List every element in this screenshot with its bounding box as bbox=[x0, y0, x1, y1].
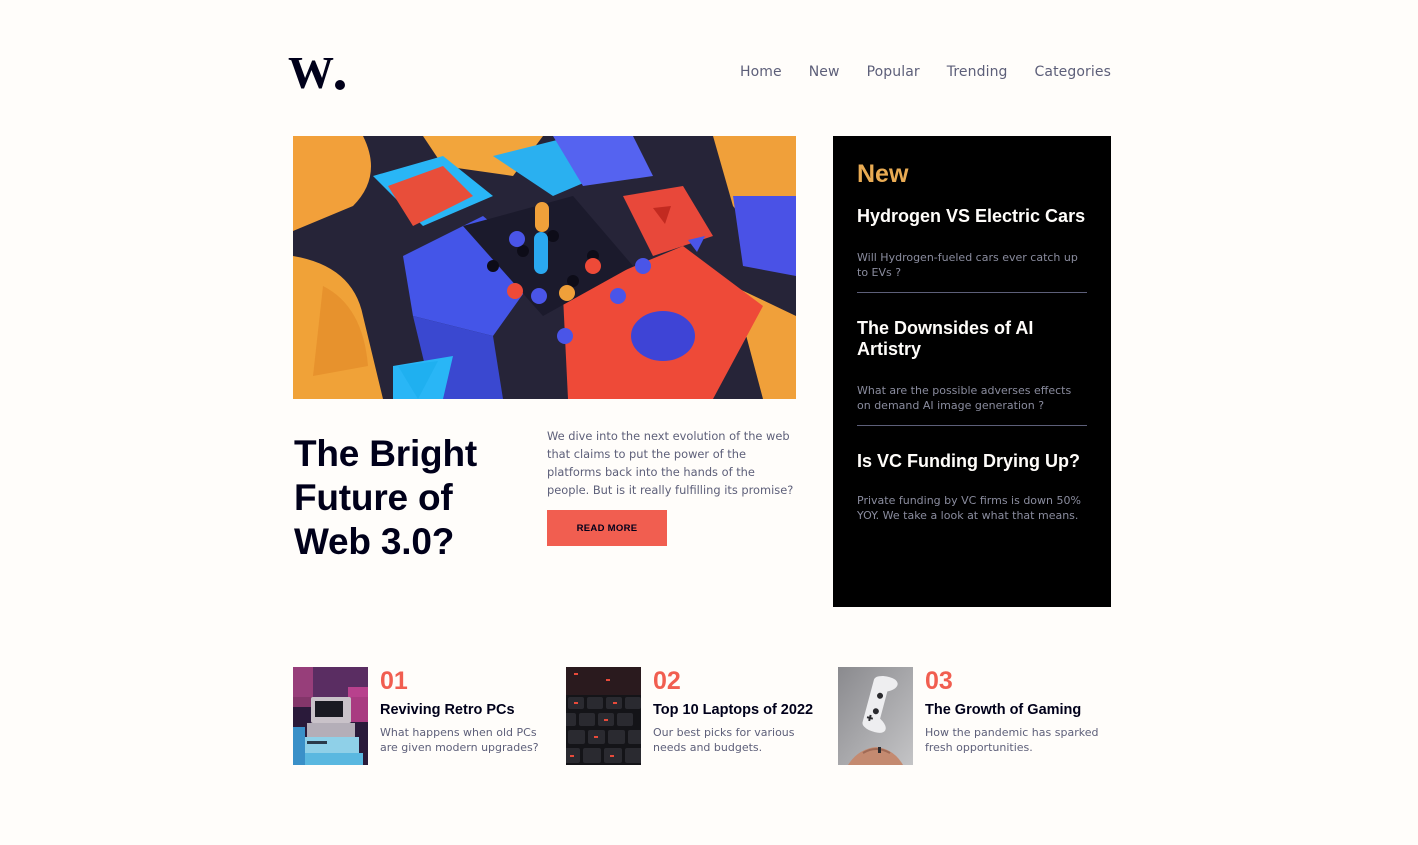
page-container: W Home New Popular Trending Categories T… bbox=[288, 0, 1111, 845]
article-card[interactable]: 02 Top 10 Laptops of 2022 Our best picks… bbox=[566, 667, 826, 765]
nav-popular[interactable]: Popular bbox=[867, 64, 920, 80]
new-item[interactable]: Hydrogen VS Electric Cars Will Hydrogen-… bbox=[857, 206, 1087, 293]
brand-logo[interactable]: W bbox=[288, 52, 348, 92]
nav-home[interactable]: Home bbox=[740, 64, 782, 80]
card-number: 03 bbox=[925, 667, 953, 695]
main-nav: Home New Popular Trending Categories bbox=[740, 64, 1111, 80]
nav-categories[interactable]: Categories bbox=[1035, 64, 1111, 80]
new-item-title[interactable]: Hydrogen VS Electric Cars bbox=[857, 206, 1087, 227]
svg-text:W: W bbox=[288, 52, 334, 92]
article-card[interactable]: 03 The Growth of Gaming How the pandemic… bbox=[838, 667, 1098, 765]
retro-pcs-image bbox=[293, 667, 368, 765]
new-item-title[interactable]: Is VC Funding Drying Up? bbox=[857, 451, 1087, 472]
card-description: Our best picks for various needs and bud… bbox=[653, 726, 795, 754]
new-item[interactable]: The Downsides of AI Artistry What are th… bbox=[857, 293, 1087, 426]
card-number: 01 bbox=[380, 667, 408, 695]
article-card[interactable]: 01 Reviving Retro PCs What happens when … bbox=[293, 667, 553, 765]
nav-trending[interactable]: Trending bbox=[947, 64, 1008, 80]
read-more-button[interactable]: READ MORE bbox=[547, 510, 667, 546]
new-panel: New Hydrogen VS Electric Cars Will Hydro… bbox=[833, 136, 1111, 607]
card-title[interactable]: Top 10 Laptops of 2022 bbox=[653, 702, 813, 718]
new-item-description: Private funding by VC firms is down 50% … bbox=[857, 494, 1081, 522]
hero-description: We dive into the next evolution of the w… bbox=[547, 429, 794, 497]
new-item-description: What are the possible adverses effects o… bbox=[857, 384, 1072, 412]
nav-new[interactable]: New bbox=[809, 64, 840, 80]
new-item-description: Will Hydrogen-fueled cars ever catch up … bbox=[857, 251, 1078, 279]
new-item[interactable]: Is VC Funding Drying Up? Private funding… bbox=[857, 426, 1087, 523]
hero-image bbox=[293, 136, 796, 399]
card-description: What happens when old PCs are given mode… bbox=[380, 726, 539, 754]
new-heading: New bbox=[857, 160, 909, 188]
card-number: 02 bbox=[653, 667, 681, 695]
gaming-image bbox=[838, 667, 913, 765]
laptops-image bbox=[566, 667, 641, 765]
new-item-title[interactable]: The Downsides of AI Artistry bbox=[857, 318, 1087, 360]
card-title[interactable]: The Growth of Gaming bbox=[925, 702, 1081, 718]
card-description: How the pandemic has sparked fresh oppor… bbox=[925, 726, 1099, 754]
card-title[interactable]: Reviving Retro PCs bbox=[380, 702, 515, 718]
hero-title: The Bright Future of Web 3.0? bbox=[294, 433, 477, 562]
